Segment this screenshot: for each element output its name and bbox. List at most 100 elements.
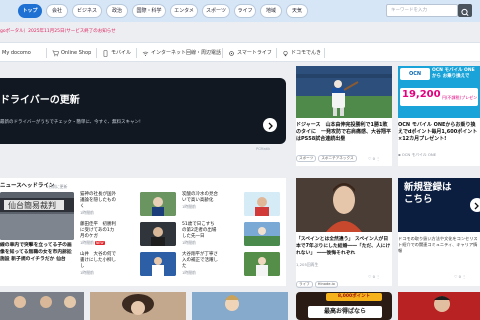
source-text: OCN モバイル ONE (401, 152, 437, 157)
nav-internet[interactable]: インターネット回線・周辺電話 (142, 43, 221, 63)
tag-category[interactable]: ライフ (296, 281, 313, 288)
news-thumbnail[interactable] (244, 252, 280, 276)
news-item[interactable]: 藤田佳平 初勝利に受けてあの1カ月のケガ 1時間前 NEW (80, 222, 116, 246)
tab-entertainment[interactable]: エンタメ (170, 4, 198, 18)
gear-icon (229, 50, 234, 56)
point-amount: 8,000ポイント (326, 293, 382, 301)
nav-label: My docomo (2, 50, 31, 56)
sports-news-card[interactable]: ドジャース 山本由伸完投勝利で1勝1敗のタイに 一発攻防で右肩痛感、大谷翔平はP… (296, 66, 392, 166)
view-count: 1,205回再生 (296, 262, 319, 267)
cart-icon (52, 50, 59, 56)
carousel-next-button[interactable] (470, 198, 480, 212)
news-text: 藤田佳平 初勝利に受けてあの1カ月のケガ (80, 222, 116, 239)
driver-update-ad-banner[interactable]: ドライバーの更新 最新のドライバーがうちでチェック・簡単に、今すぐ、無料スキャン… (0, 78, 286, 144)
signup-card[interactable]: 新規登録は こちら ドコモの取り扱い方法や文化をコンセリスト紹介での関連コミュニ… (398, 178, 480, 286)
news-time-text: 1時間前 (80, 240, 94, 245)
card-headline: OCN モバイル ONEからお乗り換えでdポイント毎月1,600ポイント×12カ… (398, 122, 478, 142)
nav-mobile[interactable]: モバイル (102, 43, 131, 63)
news-item[interactable]: 炭酸の冷水の見合いで高い高齢化 1時間前 (182, 192, 218, 210)
video-thumbnail (296, 178, 392, 232)
like-count[interactable]: ♡ 0 ⋮ (454, 274, 466, 279)
search-button[interactable] (458, 4, 472, 17)
nav-divider (96, 48, 97, 58)
ocn-ad-card[interactable]: OCN OCN モバイル ONE から お乗り換えで 19,200 円(不課税)… (398, 66, 480, 166)
card-tags: スポーツ スポニチアネックス (296, 144, 359, 163)
ad-amount: 19,200 (402, 89, 441, 100)
tab-business[interactable]: ビジネス (72, 4, 102, 18)
bottom-card-photo[interactable] (90, 292, 186, 320)
ad-source: ▪ OCN モバイル ONE (398, 152, 437, 157)
card-headline: ドジャース 山本由伸完投勝利で1勝1敗のタイに 一発攻防で右肩痛感、大谷翔平はP… (296, 122, 392, 142)
nav-online-shop[interactable]: Online Shop (52, 43, 91, 63)
card-tags: ライフ Hinode.io (296, 270, 340, 289)
news-item[interactable]: 山井 大谷の何で書けにした小柳しし 1時間前 (80, 252, 116, 276)
news-item[interactable]: 大谷翔平が丁寧さ入の補正で活躍した 1時間前 (182, 252, 218, 276)
nav-label: モバイル (111, 50, 132, 56)
tag-source[interactable]: Hinode.io (314, 281, 338, 288)
amount-box: 19,200 円(不課税)プレゼント! (400, 88, 478, 106)
ad-amount-suffix: 円(不課税)プレゼント! (442, 95, 478, 100)
ocn-logo: OCN (400, 68, 430, 80)
news-time: 1時間前 (182, 270, 196, 275)
search-input[interactable]: キーワードを入力 (386, 4, 458, 17)
nav-divider (222, 48, 223, 58)
point-banner-text: 最高お得ぱなら (308, 306, 382, 318)
news-item[interactable]: 猫神の社長が国外議論を隠したものく 1時間前 (80, 192, 116, 216)
nav-docomo-denki[interactable]: ドコモでんき (282, 43, 321, 63)
news-thumbnail[interactable] (244, 222, 280, 246)
tag-source[interactable]: スポニチアネックス (318, 155, 357, 162)
nav-divider (136, 48, 137, 58)
news-thumbnail[interactable] (244, 192, 280, 216)
new-badge: NEW (95, 241, 105, 245)
news-thumbnail[interactable] (140, 222, 176, 246)
like-count-value: 0 (372, 156, 376, 161)
point-banner[interactable]: 8,000ポイント 最高お得ぱなら (296, 292, 392, 320)
tab-politics[interactable]: 政治 (106, 4, 128, 18)
like-count[interactable]: ♡ 0 ⋮ (368, 156, 380, 161)
baseball-photo (296, 66, 392, 118)
tab-sports[interactable]: スポーツ (202, 4, 230, 18)
nav-my-docomo[interactable]: My docomo (2, 43, 31, 63)
svg-text:仙台簡易裁判: 仙台簡易裁判 (8, 200, 56, 210)
service-notice-link[interactable]: goポータル）2025年11月25日(サービス終了のお知らせ (0, 27, 300, 37)
tab-region[interactable]: 地域 (260, 4, 282, 18)
ocn-ad-image: OCN OCN モバイル ONE から お乗り換えで 19,200 円(不課税)… (398, 66, 480, 118)
news-text: 猫神の社長が国外議論を隠したものく (80, 192, 116, 209)
news-item[interactable]: 51歳で日こすちの第2走者の出場した先一日 1時間前 (182, 222, 218, 246)
main-news-photo[interactable]: 仙台簡易裁判 (0, 192, 74, 240)
signup-body: ドコモの取り扱い方法や文化をコンセリスト紹介での関連コミュニティ、キャリア情報 (398, 236, 478, 253)
nav-smart-life[interactable]: スマートライフ (228, 43, 272, 63)
like-count-value: 0 (458, 274, 462, 279)
news-headlines-card: ニュースヘッドライン 1分前に更新 仙台簡易裁判 線の車内で突撃を立ってる子の画… (0, 178, 286, 286)
tag-category[interactable]: スポーツ (296, 155, 317, 162)
news-time: 1時間前 (80, 210, 94, 215)
nav-divider (46, 48, 47, 58)
tab-international[interactable]: 国際・科学 (132, 4, 166, 18)
bulb-icon (283, 50, 288, 56)
nav-label: ドコモでんき (291, 50, 322, 56)
video-news-card[interactable]: 「スペインとは全然違う」 スペイン人が日本で7年ぶりにした結婚――「ただ、人にけ… (296, 178, 392, 289)
ad-title: ドライバーの更新 (0, 95, 80, 106)
like-count[interactable]: ♡ 0 ⋮ (368, 274, 380, 279)
service-nav: My docomo Online Shop モバイル インターネット回線・周辺電… (0, 42, 480, 62)
news-text: 炭酸の冷水の見合いで高い高齢化 (182, 192, 218, 203)
news-time: 1時間前 (182, 240, 196, 245)
news-thumbnail[interactable] (140, 192, 176, 216)
ad-title: OCN モバイル ONE から お乗り換えで (432, 68, 475, 79)
news-time: 1時間前 NEW (80, 240, 116, 246)
bottom-card-photo[interactable] (0, 292, 84, 320)
news-time: 1時間前 (80, 270, 94, 275)
bottom-card-photo[interactable] (192, 292, 288, 320)
chevron-right-icon (474, 202, 479, 210)
tab-top[interactable]: トップ (18, 4, 42, 18)
ad-next-button[interactable] (263, 118, 277, 132)
news-time: 1時間前 (182, 204, 196, 209)
ad-subtitle: 最新のドライバーがうちでチェック・簡単に、今すぐ、無料スキャン! (0, 120, 141, 125)
bottom-card-photo[interactable] (398, 292, 480, 320)
tab-company[interactable]: 会社 (46, 4, 68, 18)
chevron-right-icon (268, 122, 273, 130)
news-thumbnail[interactable] (140, 252, 176, 276)
tab-life[interactable]: ライフ (234, 4, 256, 18)
main-news-caption[interactable]: 線の車内で突撃を立ってる子の画像を知ってる無職の女を市内訴訟施設 新子規のイチラ… (0, 242, 74, 263)
tab-weather[interactable]: 天気 (286, 4, 308, 18)
